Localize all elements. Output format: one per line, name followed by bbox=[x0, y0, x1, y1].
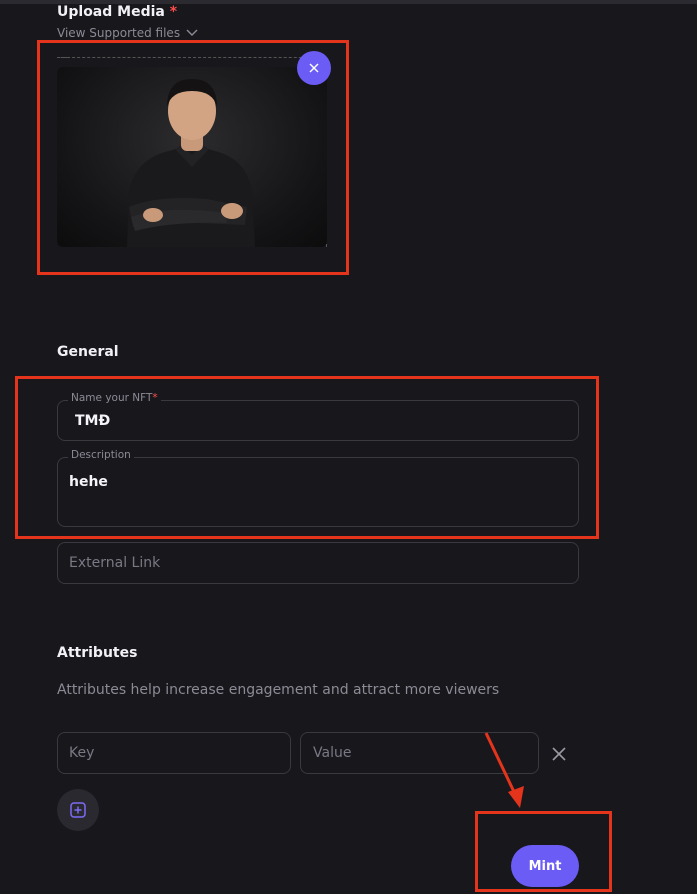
nft-name-label-text: Name your NFT bbox=[71, 392, 153, 404]
add-attribute-button[interactable] bbox=[57, 789, 99, 831]
attribute-key-input[interactable]: Key bbox=[57, 732, 291, 774]
nft-name-label: Name your NFT* bbox=[68, 392, 161, 404]
attribute-key-placeholder: Key bbox=[69, 745, 95, 761]
attribute-value-input[interactable]: Value bbox=[300, 732, 539, 774]
upload-media-heading: Upload Media * bbox=[57, 4, 177, 20]
close-icon bbox=[309, 63, 319, 73]
external-link-placeholder: External Link bbox=[69, 555, 161, 571]
x-icon[interactable] bbox=[549, 744, 569, 764]
plus-square-icon bbox=[70, 802, 86, 818]
upload-media-title: Upload Media bbox=[57, 4, 165, 20]
description-field[interactable]: Description hehe bbox=[57, 449, 579, 527]
dropzone-border bbox=[57, 57, 67, 59]
uploaded-image-preview bbox=[57, 67, 327, 247]
chevron-down-icon bbox=[186, 29, 198, 36]
view-supported-files-link[interactable]: View Supported files bbox=[57, 26, 198, 40]
mint-button[interactable]: Mint bbox=[511, 845, 579, 887]
description-label: Description bbox=[68, 449, 134, 461]
nft-name-field[interactable]: Name your NFT* TMĐ bbox=[57, 392, 579, 441]
view-supported-files-label: View Supported files bbox=[57, 26, 181, 40]
attributes-help-text: Attributes help increase engagement and … bbox=[57, 682, 500, 698]
description-value: hehe bbox=[69, 474, 108, 490]
nft-name-value: TMĐ bbox=[75, 413, 111, 429]
required-asterisk: * bbox=[169, 4, 178, 20]
external-link-field[interactable]: External Link bbox=[57, 542, 579, 584]
person-photo bbox=[127, 79, 255, 247]
required-asterisk: * bbox=[152, 392, 158, 404]
attribute-value-placeholder: Value bbox=[313, 745, 352, 761]
remove-media-button[interactable] bbox=[297, 51, 331, 85]
general-heading: General bbox=[57, 344, 119, 360]
attributes-heading: Attributes bbox=[57, 645, 138, 661]
